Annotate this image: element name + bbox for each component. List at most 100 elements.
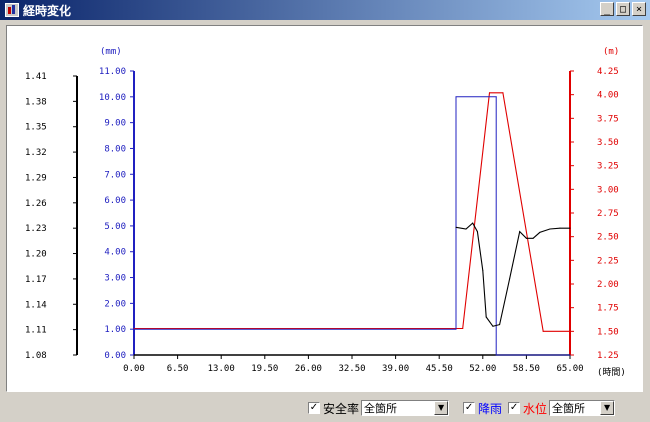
safety-data-point <box>482 269 484 271</box>
water-label: 水位 <box>523 401 548 416</box>
safety-data-point <box>476 231 478 233</box>
rain-tick-label: 9.00 <box>104 119 126 129</box>
chart-panel: 1.08 1.11 1.14 1.17 1.20 1.23 1.26 1.29 1.32 1.35… <box>6 25 643 392</box>
safety-data-point <box>539 231 541 233</box>
safety-data-point <box>485 316 487 318</box>
rain-data-point <box>455 328 457 330</box>
water-data-point <box>569 330 571 332</box>
water-data-point <box>542 330 544 332</box>
rain-tick-label: 0.00 <box>104 351 126 361</box>
safety-tick-label: 1.14 <box>25 300 47 310</box>
water-location-value: 全箇所 <box>552 402 586 415</box>
x-tick-label: 6.50 <box>167 364 189 374</box>
x-tick-label: 39.00 <box>382 364 409 374</box>
minimize-button[interactable]: _ <box>600 2 614 16</box>
rain-data-point <box>495 354 497 356</box>
rain-tick-label: 2.00 <box>104 299 126 309</box>
water-tick-label: 2.00 <box>597 280 619 290</box>
x-axis-unit-label: (時間) <box>597 367 626 378</box>
water-data-point <box>462 327 464 329</box>
safety-data-point <box>472 222 474 224</box>
rain-data-point <box>455 96 457 98</box>
chevron-down-icon[interactable]: ▼ <box>600 401 615 415</box>
x-tick-label: 32.50 <box>338 364 365 374</box>
maximize-button[interactable]: □ <box>616 2 630 16</box>
safety-tick-label: 1.08 <box>25 351 47 361</box>
water-tick-label: 4.25 <box>597 67 619 77</box>
water-tick-label: 3.50 <box>597 138 619 148</box>
water-tick-label: 1.75 <box>597 304 619 314</box>
rain-tick-label: 11.00 <box>99 67 126 77</box>
water-control: ✓ 水位 全箇所 ▼ <box>508 400 616 417</box>
water-tick-label: 2.50 <box>597 233 619 243</box>
safety-tick-label: 1.32 <box>25 148 47 158</box>
rain-data-point <box>133 328 135 330</box>
safety-data-point <box>465 228 467 230</box>
water-tick-label: 3.75 <box>597 114 619 124</box>
rain-tick-label: 7.00 <box>104 170 126 180</box>
safety-tick-label: 1.20 <box>25 250 47 260</box>
safety-tick-label: 1.29 <box>25 173 47 183</box>
water-tick-label: 3.25 <box>597 162 619 172</box>
x-tick-label: 65.00 <box>556 364 583 374</box>
water-tick-label: 2.25 <box>597 256 619 266</box>
water-tick-label: 1.25 <box>597 351 619 361</box>
safety-data-point <box>559 227 561 229</box>
chevron-down-icon[interactable]: ▼ <box>434 401 449 415</box>
rain-control: ✓ 降雨 <box>463 400 504 417</box>
title-bar: 経時変化 _ □ × <box>0 0 650 20</box>
safety-data-point <box>509 278 511 280</box>
water-tick-label: 2.75 <box>597 209 619 219</box>
x-tick-label: 26.00 <box>295 364 322 374</box>
rain-label: 降雨 <box>478 401 503 416</box>
window-title: 経時変化 <box>23 3 72 18</box>
safety-tick-label: 1.26 <box>25 199 47 209</box>
rain-unit-label: (mm) <box>100 47 122 57</box>
safety-data-point <box>519 231 521 233</box>
window-buttons: _ □ × <box>600 2 646 16</box>
x-tick-label: 45.50 <box>426 364 453 374</box>
water-data-point <box>489 92 491 94</box>
time-series-chart: 1.08 1.11 1.14 1.17 1.20 1.23 1.26 1.29 1.32 1.35… <box>25 47 626 378</box>
water-tick-label: 3.00 <box>597 185 619 195</box>
x-tick-label: 52.00 <box>469 364 496 374</box>
safety-location-value: 全箇所 <box>364 402 398 415</box>
water-data-point <box>502 92 504 94</box>
x-tick-label: 19.50 <box>251 364 278 374</box>
rain-data-point <box>495 96 497 98</box>
rain-data-point <box>569 354 571 356</box>
safety-tick-label: 1.35 <box>25 123 47 133</box>
safety-data-point <box>549 228 551 230</box>
rain-tick-label: 8.00 <box>104 144 126 154</box>
legend-controls: ✓ 安全率 全箇所 ▼ ✓ 降雨 ✓ 水位 全箇所 ▼ <box>308 397 638 419</box>
water-unit-label: (m) <box>603 47 619 57</box>
water-series-line <box>134 92 570 332</box>
water-tick-label: 1.50 <box>597 327 619 337</box>
app-icon <box>5 3 19 17</box>
close-button[interactable]: × <box>632 2 646 16</box>
safety-location-select[interactable]: 全箇所 ▼ <box>361 400 450 416</box>
rain-checkbox[interactable]: ✓ <box>463 402 476 414</box>
rain-tick-label: 5.00 <box>104 222 126 232</box>
safety-tick-label: 1.38 <box>25 97 47 107</box>
safety-data-point <box>525 237 527 239</box>
x-tick-label: 13.00 <box>208 364 235 374</box>
safety-data-point <box>532 237 534 239</box>
safety-data-point <box>492 325 494 327</box>
water-tick-label: 4.00 <box>597 91 619 101</box>
rain-tick-label: 10.00 <box>99 93 126 103</box>
safety-tick-label: 1.17 <box>25 275 47 285</box>
water-checkbox[interactable]: ✓ <box>508 402 521 414</box>
safety-checkbox[interactable]: ✓ <box>308 402 320 414</box>
rain-tick-label: 3.00 <box>104 274 126 284</box>
safety-control: ✓ 安全率 全箇所 ▼ <box>308 400 450 417</box>
safety-data-point <box>455 226 457 228</box>
rain-tick-label: 4.00 <box>104 248 126 258</box>
safety-label: 安全率 <box>323 401 360 416</box>
rain-series-line <box>134 96 570 356</box>
safety-data-point <box>499 324 501 326</box>
x-tick-label: 0.00 <box>123 364 145 374</box>
safety-tick-label: 1.41 <box>25 72 47 82</box>
safety-tick-label: 1.23 <box>25 224 47 234</box>
water-location-select[interactable]: 全箇所 ▼ <box>549 400 616 416</box>
